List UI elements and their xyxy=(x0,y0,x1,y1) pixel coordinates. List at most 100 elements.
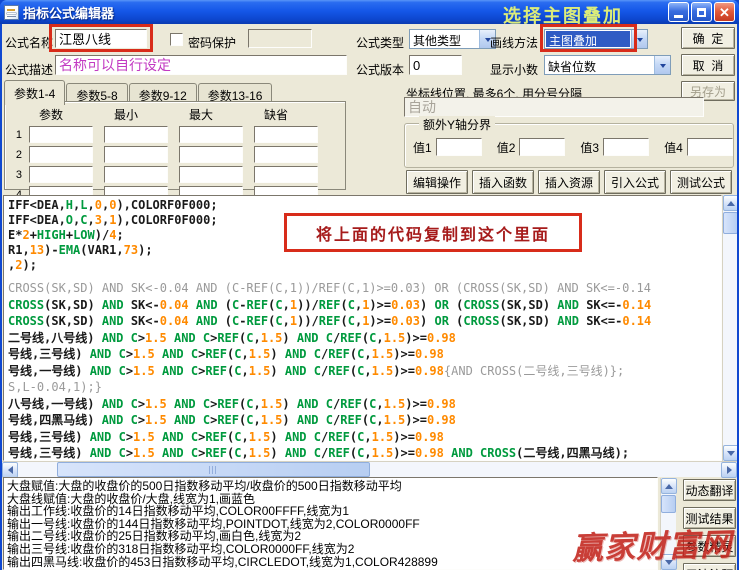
scroll-right-icon[interactable] xyxy=(721,462,737,478)
code-line: IFF<DEA,O,C,3,1),COLORF0F000; xyxy=(8,213,721,228)
code-line: E*2+HIGH+LOW)/4; xyxy=(8,228,721,243)
param-input[interactable] xyxy=(29,166,93,183)
y-axis-field-label: 值2 xyxy=(497,139,516,156)
param-input[interactable] xyxy=(104,146,168,163)
decimal-select[interactable]: 缺省位数 xyxy=(544,55,671,75)
y-axis-field-label: 值1 xyxy=(413,139,432,156)
code-editor[interactable]: IFF<DEA,H,L,0,0),COLORF0F000;IFF<DEA,O,C… xyxy=(3,195,722,461)
y-axis-field-input[interactable] xyxy=(436,138,482,156)
draw-method-label: 画线方法 xyxy=(490,34,538,51)
param-input[interactable] xyxy=(29,146,93,163)
code-line: IFF<DEA,H,L,0,0),COLORF0F000; xyxy=(8,198,721,213)
code-line: CROSS(SK,SD) AND SK<-0.04 AND (C-REF(C,1… xyxy=(8,313,721,330)
code-line: 号线,三号线) AND C>1.5 AND C>REF(C,1.5) AND C… xyxy=(8,445,721,461)
translation-line: 大盘赋值:大盘的收盘价的500日指数移动平均/收盘价的500日指数移动平均 xyxy=(7,480,654,493)
code-line: ,2); xyxy=(8,258,721,273)
chevron-down-icon[interactable] xyxy=(654,56,670,74)
param-header-1: 参数 xyxy=(29,106,100,123)
scroll-down-icon[interactable] xyxy=(723,445,737,461)
code-hscrollbar[interactable] xyxy=(2,461,737,477)
scroll-left-icon[interactable] xyxy=(2,462,18,478)
formula-editor-window: 指标公式编辑器 选择主图叠加 ✕ 公式名称 密码保护 公式类型 其他类型 画线方… xyxy=(0,0,739,570)
param-row-number: 3 xyxy=(9,169,25,181)
formula-version-input[interactable] xyxy=(409,55,462,75)
param-panel: 参数最小最大缺省1234 xyxy=(4,101,346,190)
y-axis-field-label: 值3 xyxy=(580,139,599,156)
code-line: R1,13)-EMA(VAR1,73); xyxy=(8,243,721,258)
draw-method-select[interactable]: 主图叠加 xyxy=(544,29,648,49)
translation-line: 输出三号线:收盘价的318日指数移动平均,COLOR0000FF,线宽为2 xyxy=(7,543,654,556)
toolbar-button-3[interactable]: 插入资源 xyxy=(538,170,600,194)
editor-toolbar: 编辑操作插入函数插入资源引入公式测试公式 xyxy=(406,170,736,194)
close-icon: ✕ xyxy=(719,6,730,19)
y-axis-field-4: 值4 xyxy=(664,138,733,156)
minimize-button[interactable] xyxy=(668,2,689,22)
y-axis-field-input[interactable] xyxy=(603,138,649,156)
translation-panel: 大盘赋值:大盘的收盘价的500日指数移动平均/收盘价的500日指数移动平均大盘线… xyxy=(3,477,658,570)
decimal-label: 显示小数 xyxy=(490,61,538,78)
y-axis-field-input[interactable] xyxy=(687,138,733,156)
tab-1[interactable]: 参数1-4 xyxy=(4,80,65,105)
cancel-button[interactable]: 取 消 xyxy=(681,54,735,76)
code-line: 号线,三号线) AND C>1.5 AND C>REF(C,1.5) AND C… xyxy=(8,429,721,446)
toolbar-button-1[interactable]: 编辑操作 xyxy=(406,170,468,194)
code-line: 八号线,一号线) AND C>1.5 AND C>REF(C,1.5) AND … xyxy=(8,396,721,413)
scroll-up-icon[interactable] xyxy=(723,195,737,211)
extra-y-axis-title: 额外Y轴分界 xyxy=(419,116,495,133)
param-input[interactable] xyxy=(104,126,168,143)
param-input[interactable] xyxy=(104,166,168,183)
minimize-icon xyxy=(674,15,683,18)
param-input[interactable] xyxy=(29,126,93,143)
chevron-down-icon[interactable] xyxy=(631,30,647,48)
formula-name-input[interactable] xyxy=(55,29,147,48)
toolbar-button-2[interactable]: 插入函数 xyxy=(472,170,534,194)
param-input[interactable] xyxy=(254,126,318,143)
toolbar-button-4[interactable]: 引入公式 xyxy=(604,170,666,194)
y-axis-field-1: 值1 xyxy=(413,138,482,156)
y-axis-field-label: 值4 xyxy=(664,139,683,156)
code-line: S,L-0.04,1);} xyxy=(8,379,721,396)
formula-version-label: 公式版本 xyxy=(356,61,404,78)
param-header-2: 最小 xyxy=(104,106,175,123)
param-row-number: 1 xyxy=(9,129,25,141)
maximize-button[interactable] xyxy=(691,2,712,22)
param-input[interactable] xyxy=(254,146,318,163)
password-protect-checkbox[interactable] xyxy=(170,33,183,46)
param-input[interactable] xyxy=(254,166,318,183)
scroll-up-icon[interactable] xyxy=(661,478,677,494)
coord-line-input xyxy=(404,97,704,117)
code-line: CROSS(SK,SD) AND SK<-0.04 AND (C-REF(C,1… xyxy=(8,280,721,297)
param-row-number: 2 xyxy=(9,149,25,161)
formula-type-label: 公式类型 xyxy=(356,34,404,51)
param-input[interactable] xyxy=(179,146,243,163)
tab-strip: 参数1-4参数5-8参数9-12参数13-16 xyxy=(4,80,273,101)
code-vscrollbar[interactable] xyxy=(722,195,737,461)
window-title: 指标公式编辑器 xyxy=(23,3,114,22)
titlebar[interactable]: 指标公式编辑器 选择主图叠加 ✕ xyxy=(0,0,739,24)
toolbar-button-5[interactable]: 测试公式 xyxy=(670,170,732,194)
translation-vscroll-thumb[interactable] xyxy=(661,495,676,513)
param-header-3: 最大 xyxy=(179,106,250,123)
code-hscroll-thumb[interactable] xyxy=(57,462,370,477)
formula-name-label: 公式名称 xyxy=(5,34,53,51)
param-table: 参数最小最大缺省1234 xyxy=(5,102,345,203)
param-header-4: 缺省 xyxy=(254,106,325,123)
y-axis-field-3: 值3 xyxy=(580,138,649,156)
watermark: 赢家财富网 xyxy=(571,519,732,568)
y-axis-field-2: 值2 xyxy=(497,138,566,156)
code-vscroll-thumb[interactable] xyxy=(723,212,737,234)
side-button-1[interactable]: 动态翻译 xyxy=(683,479,736,501)
code-line: 号线,四黑马线) AND C>1.5 AND C>REF(C,1.5) AND … xyxy=(8,412,721,429)
password-protect-label: 密码保护 xyxy=(188,34,236,51)
code-line: CROSS(SK,SD) AND SK<-0.04 AND (C-REF(C,1… xyxy=(8,297,721,314)
code-line: 二号线,八号线) AND C>1.5 AND C>REF(C,1.5) AND … xyxy=(8,330,721,347)
code-line: 号线,三号线) AND C>1.5 AND C>REF(C,1.5) AND C… xyxy=(8,346,721,363)
close-button[interactable]: ✕ xyxy=(714,2,735,22)
app-icon xyxy=(4,5,19,20)
param-input[interactable] xyxy=(179,166,243,183)
formula-desc-input[interactable] xyxy=(55,55,347,75)
ok-button[interactable]: 确 定 xyxy=(681,27,735,49)
y-axis-field-input[interactable] xyxy=(519,138,565,156)
formula-type-select[interactable]: 其他类型 xyxy=(409,29,496,49)
param-input[interactable] xyxy=(179,126,243,143)
